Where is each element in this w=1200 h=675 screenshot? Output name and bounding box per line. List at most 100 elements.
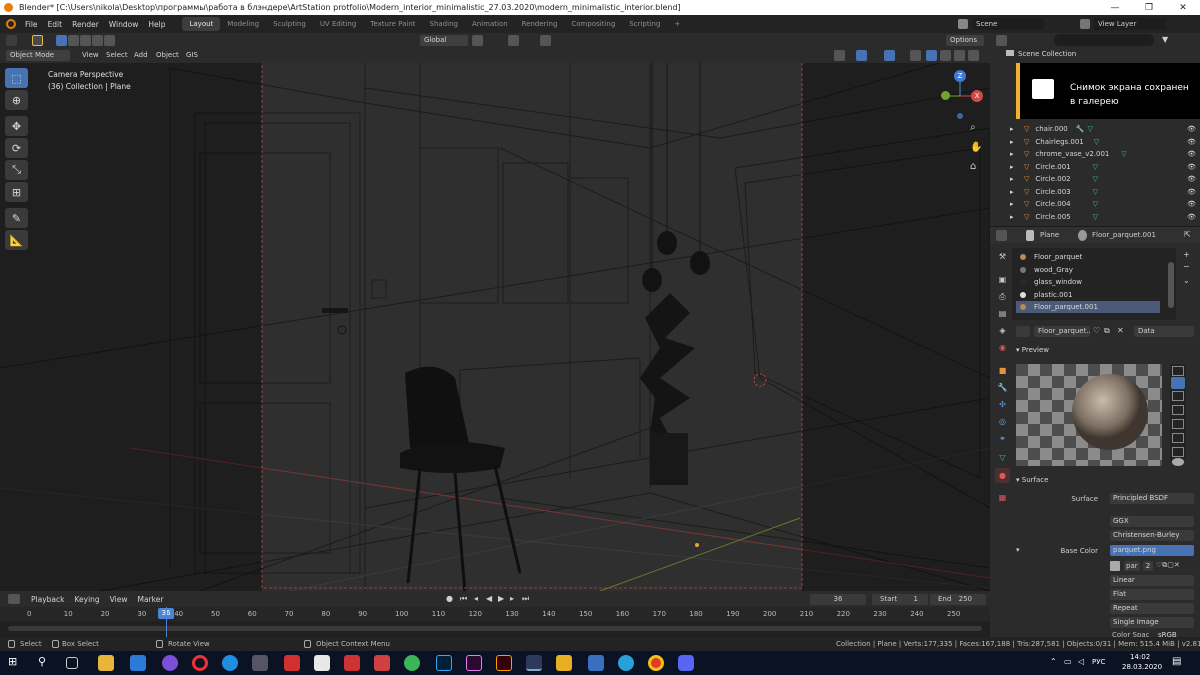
app-white-icon[interactable] (314, 655, 330, 671)
material-name-field[interactable]: Floor_parquet... (1034, 326, 1090, 337)
visibility-icon[interactable]: 👁 (1187, 213, 1196, 221)
3d-viewport[interactable]: Object Mode View Select Add Object GIS C… (0, 48, 990, 591)
windows-start-icon[interactable]: ⊞ (8, 655, 24, 671)
pivot-point-icon[interactable] (472, 35, 483, 46)
unlink-icon[interactable]: ✕ (1117, 326, 1124, 335)
visibility-icon[interactable]: 👁 (1187, 163, 1196, 171)
tab-scripting[interactable]: Scripting (622, 17, 667, 31)
jump-start-icon[interactable]: ⏮ (460, 594, 467, 604)
app-purple-icon[interactable] (162, 655, 178, 671)
menu-view[interactable]: View (78, 50, 103, 61)
gizmo-y-axis[interactable] (941, 91, 950, 100)
discord-icon[interactable] (678, 655, 694, 671)
mode-dropdown[interactable]: Object Mode (6, 50, 70, 61)
cursor-icon[interactable]: ⊕ (5, 90, 28, 110)
outliner-search-input[interactable] (1054, 34, 1154, 46)
visibility-icon[interactable]: 👁 (1187, 200, 1196, 208)
preview-panel-header[interactable]: ▾ Preview (1016, 346, 1049, 354)
remove-slot-icon[interactable]: − (1183, 262, 1190, 271)
record-icon[interactable]: ● (446, 594, 453, 603)
tab-shading[interactable]: Shading (423, 17, 465, 31)
menu-object[interactable]: Object (152, 50, 183, 61)
timeline-ruler[interactable]: 0 10 20 30 40 50 60 70 80 90 100 110 120 130 140 150 160… (0, 607, 990, 621)
xray-toggle-icon[interactable] (910, 50, 921, 61)
properties-editor-icon[interactable] (996, 230, 1007, 241)
current-frame-field[interactable]: 36 (810, 594, 866, 605)
app-red3-icon[interactable] (374, 655, 390, 671)
shading-rendered-icon[interactable] (968, 50, 979, 61)
tab-constraints-icon[interactable]: ⚭ (995, 431, 1010, 446)
start-frame-field[interactable]: Start 1 (872, 594, 928, 605)
app-red-icon[interactable] (284, 655, 300, 671)
edge-icon[interactable] (222, 655, 238, 671)
menu-window[interactable]: Window (104, 20, 144, 29)
tray-language[interactable]: РУС (1092, 658, 1105, 666)
file-explorer-icon[interactable] (98, 655, 114, 671)
app-green-icon[interactable] (404, 655, 420, 671)
tab-compositing[interactable]: Compositing (564, 17, 622, 31)
menu-render[interactable]: Render (67, 20, 104, 29)
preview-world-icon[interactable] (1172, 458, 1184, 466)
slot-menu-icon[interactable]: ⌄ (1183, 276, 1190, 285)
surface-shader-dropdown[interactable]: Principled BSDF (1110, 493, 1194, 504)
app-blue-icon[interactable] (588, 655, 604, 671)
tray-volume-icon[interactable]: ◁ (1078, 657, 1084, 666)
menu-timeline-view[interactable]: View (105, 595, 133, 604)
gizmo-z-axis[interactable]: Z (954, 70, 966, 82)
tab-animation[interactable]: Animation (465, 17, 515, 31)
maximize-button[interactable]: ❐ (1132, 0, 1166, 15)
blender-taskbar-icon[interactable] (526, 655, 542, 671)
browse-material-icon[interactable] (1016, 326, 1030, 337)
preview-cloth-icon[interactable] (1172, 447, 1184, 457)
tab-material-icon[interactable]: ● (995, 468, 1010, 483)
timeline-track[interactable] (0, 621, 990, 636)
camera-view-icon[interactable]: ⌂ (970, 161, 976, 172)
visibility-icon[interactable]: 👁 (1187, 175, 1196, 183)
subsurface-method-dropdown[interactable]: Christensen-Burley (1110, 530, 1194, 541)
tab-output-icon[interactable]: ⎙ (995, 289, 1010, 304)
move-icon[interactable]: ✥ (5, 116, 28, 136)
prev-key-icon[interactable]: ◂ (474, 594, 478, 603)
visibility-icon[interactable]: 👁 (1187, 125, 1196, 133)
view-object-types-icon[interactable] (834, 50, 845, 61)
chrome-icon[interactable] (648, 655, 664, 671)
gizmo-x-axis[interactable]: X (971, 90, 983, 102)
menu-select[interactable]: Select (102, 50, 132, 61)
tab-tool-icon[interactable]: ⚒ (995, 249, 1010, 264)
outliner-item[interactable]: ▸ ▽ Circle.003 ▽ 👁 (1010, 186, 1200, 198)
preview-hair-icon[interactable] (1172, 419, 1184, 429)
menu-add[interactable]: Add (130, 50, 152, 61)
tab-sculpting[interactable]: Sculpting (266, 17, 313, 31)
visibility-icon[interactable]: 👁 (1187, 138, 1196, 146)
extension-dropdown[interactable]: Repeat (1110, 603, 1194, 614)
opera-icon[interactable] (192, 655, 208, 671)
link-data-dropdown[interactable]: Data (1134, 326, 1194, 337)
outliner-item[interactable]: ▸ ▽ Circle.005 ▽ 👁 (1010, 211, 1200, 223)
tab-render-icon[interactable]: ▣ (995, 272, 1010, 287)
base-color-texture-field[interactable]: parquet.png (1110, 545, 1194, 556)
notifications-icon[interactable]: ▤ (1172, 656, 1181, 667)
play-icon[interactable]: ▶ (498, 594, 504, 603)
image-name-field[interactable]: par (1124, 561, 1140, 571)
filter-icon[interactable]: ▼ (1162, 35, 1168, 44)
outliner-item[interactable]: ▸ ▽ Chairlegs.001 ▽ 👁 (1010, 136, 1200, 148)
transform-icon[interactable]: ⊞ (5, 182, 28, 202)
mode-subtract-icon[interactable] (80, 35, 91, 46)
material-slot-selected[interactable]: Floor_parquet.001 (1016, 301, 1160, 313)
pan-hand-icon[interactable]: ✋ (970, 142, 982, 153)
surface-panel-header[interactable]: ▾ Surface (1016, 476, 1048, 484)
photoshop-icon[interactable] (436, 655, 452, 671)
mode-new-icon[interactable] (56, 35, 67, 46)
distribution-dropdown[interactable]: GGX (1110, 516, 1194, 527)
overlays-toggle-icon[interactable] (884, 50, 895, 61)
tray-chevron-icon[interactable]: ⌃ (1050, 657, 1057, 666)
app-shield-icon[interactable] (252, 655, 268, 671)
menu-marker[interactable]: Marker (132, 595, 168, 604)
close-button[interactable]: ✕ (1166, 0, 1200, 15)
measure-icon[interactable]: 📐 (5, 230, 28, 250)
search-icon[interactable]: ⚲ (38, 655, 54, 671)
interpolation-dropdown[interactable]: Linear (1110, 575, 1194, 586)
shading-solid-icon[interactable] (940, 50, 951, 61)
outliner-scene-collection[interactable]: Scene Collection (1006, 50, 1076, 58)
preview-monkey-icon[interactable] (1172, 405, 1184, 415)
